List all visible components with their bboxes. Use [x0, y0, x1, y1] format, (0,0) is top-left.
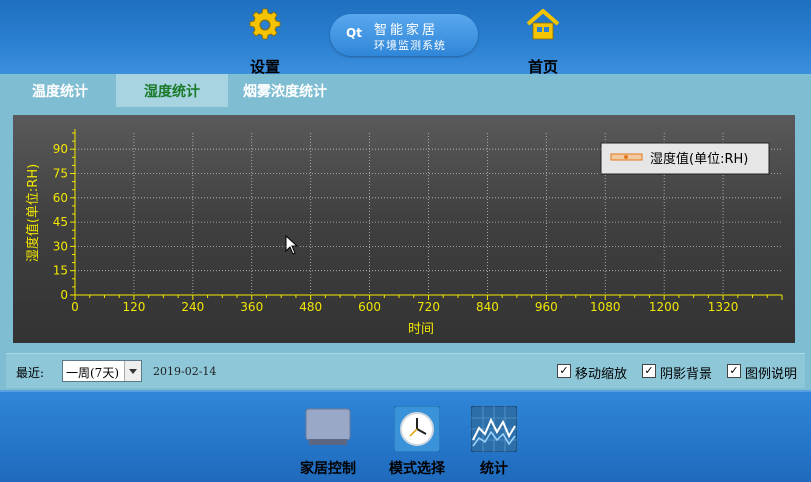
x-tick-label: 600: [358, 300, 381, 314]
chart-legend[interactable]: 湿度值(单位:RH): [600, 142, 770, 175]
humidity-chart[interactable]: 0 120 240 360 480 600 720 840 960 1080 1200 1320 0 15…: [13, 115, 795, 343]
x-tick-label: 840: [476, 300, 499, 314]
clock-icon: [394, 406, 440, 452]
checkbox-shadow-label: 阴影背景: [660, 367, 713, 382]
tab-temperature[interactable]: 温度统计: [15, 74, 105, 107]
tab-humidity[interactable]: 湿度统计: [116, 74, 228, 107]
x-tick-label: 240: [181, 300, 204, 314]
chart-icon: [471, 406, 517, 452]
logo-subtitle: 环境监测系统: [374, 39, 446, 52]
statistics-label: 统计: [480, 461, 508, 477]
monitor-icon: [305, 408, 351, 445]
x-tick-label: 1080: [590, 300, 621, 314]
x-axis-label: 时间: [408, 322, 434, 337]
legend-swatch: [610, 153, 643, 161]
control-panel: 最近: 一周(7天) 2019-02-14 ✓ 移动缩放 ✓ 阴影背景 ✓ 图例…: [6, 353, 805, 388]
chart-area: 0 120 240 360 480 600 720 840 960 1080 1200 1320 0 15…: [0, 107, 811, 350]
home-icon: [526, 9, 560, 40]
y-tick-label: 15: [53, 264, 68, 278]
y-tick-label: 45: [53, 215, 68, 229]
logo-title: 智能家居: [374, 23, 439, 38]
y-tick-label: 60: [53, 191, 68, 205]
x-tick-label: 120: [122, 300, 145, 314]
checkbox-zoom-label: 移动缩放: [575, 367, 628, 382]
range-select-value: 一周(7天): [66, 366, 119, 380]
y-tick-label: 0: [60, 288, 68, 302]
home-control-button[interactable]: 家居控制: [288, 406, 368, 478]
home-button[interactable]: 首页: [503, 6, 583, 76]
tab-smoke[interactable]: 烟雾浓度统计: [232, 74, 338, 107]
x-tick-label: 720: [417, 300, 440, 314]
statistics-button[interactable]: 统计: [454, 406, 534, 478]
mode-select-button[interactable]: 模式选择: [377, 406, 457, 478]
home-control-label: 家居控制: [300, 461, 356, 477]
date-display: 2019-02-14: [153, 365, 217, 378]
mouse-cursor-icon: [285, 235, 299, 255]
gear-icon: [249, 8, 281, 40]
checkbox-shadow-box[interactable]: ✓: [642, 364, 656, 378]
app-logo: Qt 智能家居 环境监测系统: [330, 14, 478, 56]
settings-button[interactable]: 设置: [225, 6, 305, 76]
legend-label: 湿度值(单位:RH): [650, 151, 748, 167]
y-tick-label: 30: [53, 239, 68, 253]
x-tick-label: 1200: [649, 300, 680, 314]
chevron-down-icon[interactable]: [124, 361, 141, 381]
x-tick-label: 960: [535, 300, 558, 314]
range-select[interactable]: 一周(7天): [62, 360, 142, 382]
checkbox-legend-box[interactable]: ✓: [727, 364, 741, 378]
y-tick-label: 75: [53, 167, 68, 181]
x-tick-label: 480: [299, 300, 322, 314]
qt-badge: Qt: [346, 26, 362, 40]
y-axis-label: 湿度值(单位:RH): [25, 164, 41, 262]
mode-select-label: 模式选择: [389, 461, 445, 477]
top-bar: 设置 Qt 智能家居 环境监测系统 首页: [0, 0, 811, 76]
chart-panel[interactable]: 0 120 240 360 480 600 720 840 960 1080 1200 1320 0 15…: [13, 115, 795, 343]
recent-label: 最近:: [16, 366, 45, 380]
checkbox-zoom-box[interactable]: ✓: [557, 364, 571, 378]
x-tick-label: 360: [240, 300, 263, 314]
y-tick-label: 90: [53, 142, 68, 156]
bottom-nav: 家居控制 模式选择 统计: [0, 390, 811, 482]
x-tick-label: 0: [71, 300, 79, 314]
control-bar: 最近: 一周(7天) 2019-02-14 ✓ 移动缩放 ✓ 阴影背景 ✓ 图例…: [0, 350, 811, 390]
x-tick-label: 1320: [708, 300, 739, 314]
checkbox-legend-label: 图例说明: [745, 367, 798, 382]
tab-bar: 温度统计 湿度统计 烟雾浓度统计: [0, 74, 811, 107]
